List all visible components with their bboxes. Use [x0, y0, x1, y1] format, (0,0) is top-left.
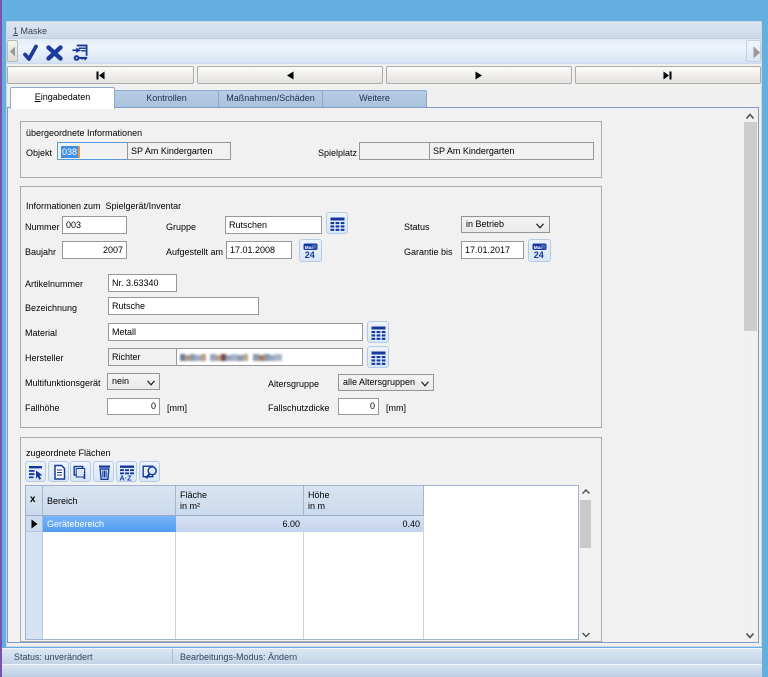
- svg-text:24: 24: [534, 250, 544, 259]
- svg-text:i: i: [83, 471, 86, 481]
- svg-text:24: 24: [305, 250, 315, 259]
- svg-text:A·Z: A·Z: [119, 473, 132, 481]
